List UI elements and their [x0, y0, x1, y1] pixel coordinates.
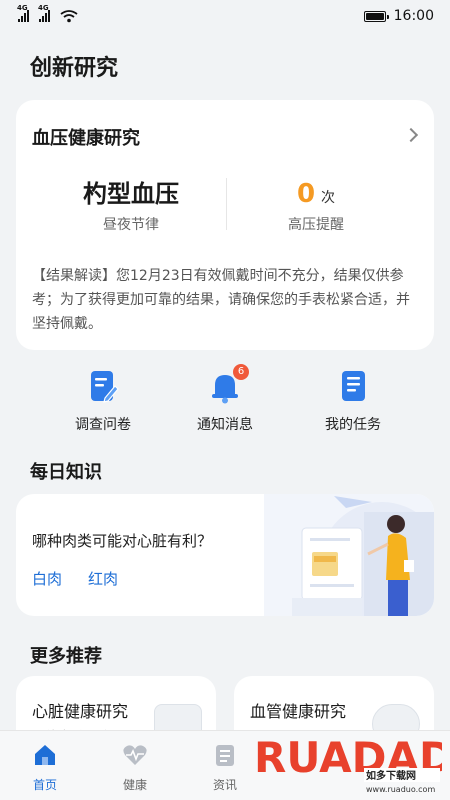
option-red-meat[interactable]: 红肉	[88, 568, 118, 589]
notification-badge: 6	[233, 364, 249, 380]
alert-unit: 次	[321, 190, 336, 206]
page-title: 创新研究	[30, 56, 119, 81]
presentation-illustration	[264, 494, 434, 616]
task-icon	[333, 366, 373, 406]
daily-knowledge-card[interactable]: 哪种肉类可能对心脏有利？ 白肉 红肉	[16, 494, 434, 616]
tasks-button[interactable]: 我的任务	[298, 366, 408, 434]
vascular-study-title: 血管健康研究	[250, 702, 347, 721]
option-white-meat[interactable]: 白肉	[32, 568, 62, 589]
knowledge-options: 白肉 红肉	[32, 568, 118, 589]
tab-news-label: 资讯	[212, 778, 237, 792]
chevron-right-icon[interactable]	[403, 127, 419, 143]
tab-health[interactable]: 健康	[105, 741, 165, 793]
alert-count: 0	[296, 179, 316, 209]
signal-icon: 4G	[38, 4, 50, 22]
news-icon	[216, 745, 234, 766]
bp-alert-stat: 0次 高压提醒	[226, 178, 406, 234]
bp-type-label: 昼夜节律	[103, 217, 159, 233]
watermark-url: www.ruaduo.com	[366, 785, 435, 794]
network-type-label: 4G	[17, 4, 28, 12]
heart-study-title: 心脏健康研究	[32, 702, 129, 721]
status-bar: 4G 4G 16:00	[0, 0, 450, 32]
status-right: 16:00	[363, 8, 434, 24]
bp-type-value: 杓型血压	[83, 180, 179, 208]
more-recommend-title: 更多推荐	[30, 646, 102, 667]
alert-label: 高压提醒	[288, 217, 344, 233]
bp-type-stat: 杓型血压 昼夜节律	[41, 178, 221, 234]
clock: 16:00	[393, 8, 434, 24]
tab-home-label: 首页	[32, 778, 57, 792]
tab-news[interactable]: 资讯	[195, 741, 255, 793]
site-watermark-logo: RUADADO 如多下载网 www.ruaduo.com	[254, 733, 442, 794]
tab-home[interactable]: 首页	[15, 741, 75, 793]
home-icon	[35, 745, 55, 765]
heart-icon	[123, 745, 147, 765]
daily-knowledge-title: 每日知识	[30, 462, 102, 483]
survey-button[interactable]: 调查问卷	[48, 366, 158, 434]
survey-label: 调查问卷	[75, 417, 131, 433]
network-type-label: 4G	[38, 4, 49, 12]
bell-icon: 6	[205, 364, 249, 406]
knowledge-question: 哪种肉类可能对心脏有利？	[32, 532, 213, 550]
bp-alert-value: 0次	[226, 178, 406, 210]
survey-icon	[83, 366, 123, 406]
tasks-label: 我的任务	[325, 417, 381, 433]
signal-icon: 4G	[17, 4, 29, 22]
wifi-icon	[60, 10, 78, 23]
tab-health-label: 健康	[122, 778, 147, 792]
status-left: 4G 4G	[17, 4, 78, 23]
battery-icon	[363, 10, 389, 22]
bp-card-title: 血压健康研究	[32, 128, 140, 149]
notifications-label: 通知消息	[197, 417, 253, 433]
bp-study-card[interactable]: 血压健康研究 杓型血压 昼夜节律 0次 高压提醒 【结果解读】您12月23日有效…	[16, 100, 434, 350]
result-note: 【结果解读】您12月23日有效佩戴时间不充分，结果仅供参考；为了获得更加可靠的结…	[32, 268, 410, 332]
watermark-text: 如多下载网	[366, 769, 416, 782]
notifications-button[interactable]: 6 通知消息	[170, 364, 280, 434]
